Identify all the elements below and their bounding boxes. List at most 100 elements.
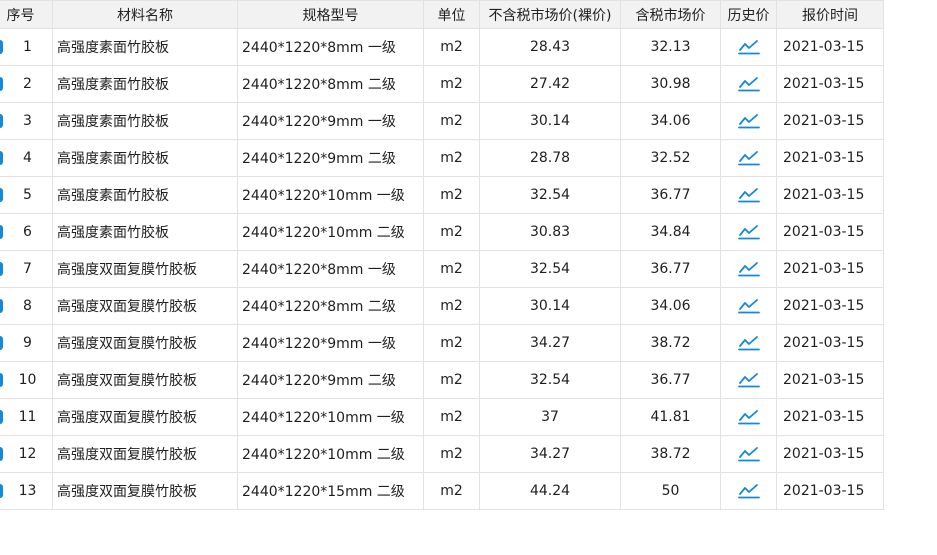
unit-cell: m2 [423,472,480,510]
price-excl-tax-cell: 30.14 [479,287,621,325]
line-chart-icon[interactable] [737,298,760,314]
spec-cell: 2440*1220*8mm 一级 [237,250,424,288]
row-selection-marker[interactable] [0,484,3,498]
price-incl-tax-cell: 30.98 [620,65,721,103]
spec-cell: 2440*1220*10mm 一级 [237,398,424,436]
line-chart-icon[interactable] [737,483,760,499]
spec-cell: 2440*1220*9mm 二级 [237,139,424,177]
row-selection-marker[interactable] [0,299,3,313]
row-index-cell: 13 [0,472,53,510]
date-cell: 2021-03-15 [776,102,884,140]
material-name-cell: 高强度双面复膜竹胶板 [52,398,238,436]
row-selection-marker[interactable] [0,336,3,350]
material-name-cell: 高强度素面竹胶板 [52,28,238,66]
line-chart-icon[interactable] [737,261,760,277]
date-cell: 2021-03-15 [776,176,884,214]
row-index-cell: 1 [0,28,53,66]
line-chart-icon[interactable] [737,409,760,425]
unit-cell: m2 [423,213,480,251]
history-cell [720,65,777,103]
row-selection-marker[interactable] [0,410,3,424]
row-index: 10 [18,372,37,388]
column-header-index[interactable]: 序号 [0,0,53,29]
row-selection-marker[interactable] [0,40,3,54]
row-selection-marker[interactable] [0,262,3,276]
row-index: 13 [18,483,37,499]
line-chart-icon[interactable] [737,39,760,55]
price-incl-tax-cell: 36.77 [620,361,721,399]
header-row: 序号 材料名称 规格型号 单位 不含税市场价(裸价) 含税市场价 历史价 报价时… [0,0,884,29]
line-chart-icon[interactable] [737,150,760,166]
line-chart-icon[interactable] [737,446,760,462]
spec-cell: 2440*1220*10mm 二级 [237,213,424,251]
table-row[interactable]: 7 高强度双面复膜竹胶板 2440*1220*8mm 一级 m2 32.54 3… [0,250,884,288]
column-header-price-incl-tax[interactable]: 含税市场价 [620,0,721,29]
table-row[interactable]: 1 高强度素面竹胶板 2440*1220*8mm 一级 m2 28.43 32.… [0,28,884,66]
price-excl-tax-cell: 32.54 [479,361,621,399]
line-chart-icon[interactable] [737,187,760,203]
row-selection-marker[interactable] [0,188,3,202]
material-name-cell: 高强度双面复膜竹胶板 [52,361,238,399]
table-row[interactable]: 8 高强度双面复膜竹胶板 2440*1220*8mm 二级 m2 30.14 3… [0,287,884,325]
price-incl-tax-cell: 36.77 [620,250,721,288]
history-cell [720,398,777,436]
table-row[interactable]: 9 高强度双面复膜竹胶板 2440*1220*9mm 一级 m2 34.27 3… [0,324,884,362]
unit-cell: m2 [423,102,480,140]
unit-cell: m2 [423,324,480,362]
date-cell: 2021-03-15 [776,361,884,399]
price-excl-tax-cell: 34.27 [479,435,621,473]
table-row[interactable]: 10 高强度双面复膜竹胶板 2440*1220*9mm 二级 m2 32.54 … [0,361,884,399]
row-index: 4 [23,150,32,166]
row-selection-marker[interactable] [0,114,3,128]
line-chart-icon[interactable] [737,76,760,92]
row-selection-marker[interactable] [0,151,3,165]
table-row[interactable]: 11 高强度双面复膜竹胶板 2440*1220*10mm 一级 m2 37 41… [0,398,884,436]
row-selection-marker[interactable] [0,225,3,239]
table-row[interactable]: 5 高强度素面竹胶板 2440*1220*10mm 一级 m2 32.54 36… [0,176,884,214]
line-chart-icon[interactable] [737,372,760,388]
price-excl-tax-cell: 44.24 [479,472,621,510]
row-selection-marker[interactable] [0,77,3,91]
line-chart-icon[interactable] [737,224,760,240]
column-header-unit[interactable]: 单位 [423,0,480,29]
price-incl-tax-cell: 32.13 [620,28,721,66]
row-selection-marker[interactable] [0,373,3,387]
price-incl-tax-cell: 50 [620,472,721,510]
price-incl-tax-cell: 34.06 [620,287,721,325]
date-cell: 2021-03-15 [776,28,884,66]
material-name-cell: 高强度素面竹胶板 [52,176,238,214]
table-row[interactable]: 6 高强度素面竹胶板 2440*1220*10mm 二级 m2 30.83 34… [0,213,884,251]
history-cell [720,176,777,214]
column-header-price-excl-tax[interactable]: 不含税市场价(裸价) [479,0,621,29]
row-index: 1 [23,39,32,55]
line-chart-icon[interactable] [737,335,760,351]
row-index-cell: 2 [0,65,53,103]
row-index-cell: 3 [0,102,53,140]
table-row[interactable]: 2 高强度素面竹胶板 2440*1220*8mm 二级 m2 27.42 30.… [0,65,884,103]
column-header-name[interactable]: 材料名称 [52,0,238,29]
price-excl-tax-cell: 34.27 [479,324,621,362]
table-row[interactable]: 4 高强度素面竹胶板 2440*1220*9mm 二级 m2 28.78 32.… [0,139,884,177]
price-incl-tax-cell: 34.84 [620,213,721,251]
unit-cell: m2 [423,65,480,103]
line-chart-icon[interactable] [737,113,760,129]
spec-cell: 2440*1220*9mm 二级 [237,361,424,399]
spec-cell: 2440*1220*9mm 一级 [237,324,424,362]
material-name-cell: 高强度双面复膜竹胶板 [52,287,238,325]
spec-cell: 2440*1220*8mm 一级 [237,28,424,66]
column-header-date[interactable]: 报价时间 [776,0,884,29]
material-name-cell: 高强度素面竹胶板 [52,139,238,177]
price-table: 序号 材料名称 规格型号 单位 不含税市场价(裸价) 含税市场价 历史价 报价时… [0,0,884,510]
history-cell [720,250,777,288]
table-row[interactable]: 3 高强度素面竹胶板 2440*1220*9mm 一级 m2 30.14 34.… [0,102,884,140]
material-name-cell: 高强度双面复膜竹胶板 [52,250,238,288]
date-cell: 2021-03-15 [776,435,884,473]
price-excl-tax-cell: 30.14 [479,102,621,140]
table-row[interactable]: 13 高强度双面复膜竹胶板 2440*1220*15mm 二级 m2 44.24… [0,472,884,510]
row-selection-marker[interactable] [0,447,3,461]
price-excl-tax-cell: 30.83 [479,213,621,251]
column-header-history[interactable]: 历史价 [720,0,777,29]
column-header-spec[interactable]: 规格型号 [237,0,424,29]
table-row[interactable]: 12 高强度双面复膜竹胶板 2440*1220*10mm 二级 m2 34.27… [0,435,884,473]
unit-cell: m2 [423,250,480,288]
